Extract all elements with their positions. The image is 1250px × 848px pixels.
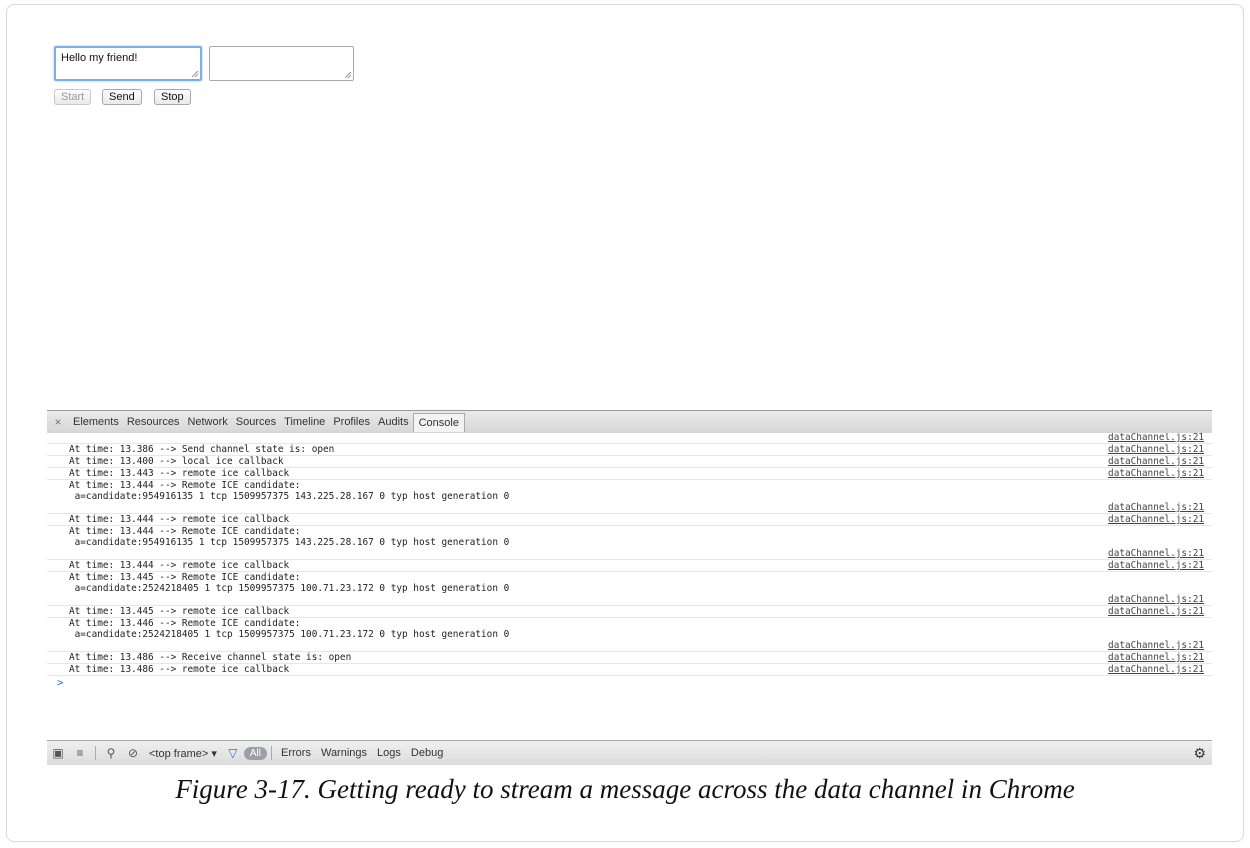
devtools-status-bar: ▣ ≡ ⚲ ⊘ <top frame> ▾ ▽ All Errors Warni… xyxy=(47,740,1212,765)
devtools-tab-bar: × Elements Resources Network Sources Tim… xyxy=(47,410,1212,434)
frame-selector[interactable]: <top frame> ▾ xyxy=(144,747,222,760)
tab-resources[interactable]: Resources xyxy=(123,413,184,431)
figure-caption: Figure 3-17. Getting ready to stream a m… xyxy=(175,774,1075,804)
console-prompt[interactable]: > xyxy=(47,676,1212,690)
devtools-panel: × Elements Resources Network Sources Tim… xyxy=(47,410,1212,766)
log-entry: At time: 13.444 --> remote ice callback d… xyxy=(47,560,1212,572)
console-drawer-icon[interactable]: ≡ xyxy=(69,746,91,760)
log-message: At time: 13.486 --> remote ice callback xyxy=(69,664,290,675)
log-entry: At time: 13.446 --> Remote ICE candidate… xyxy=(47,618,1212,652)
send-text: Hello my friend! xyxy=(61,52,138,64)
filter-debug[interactable]: Debug xyxy=(406,747,448,759)
filter-logs[interactable]: Logs xyxy=(372,747,406,759)
tab-network[interactable]: Network xyxy=(183,413,231,431)
console-source-row: dataChannel.js:21 xyxy=(47,433,1212,444)
tab-sources[interactable]: Sources xyxy=(232,413,280,431)
log-entry: At time: 13.444 --> remote ice callback d… xyxy=(47,514,1212,526)
send-button[interactable]: Send xyxy=(102,89,142,105)
log-list: At time: 13.386 --> Send channel state i… xyxy=(47,444,1212,676)
log-entry: At time: 13.445 --> remote ice callback d… xyxy=(47,606,1212,618)
log-message: At time: 13.386 --> Send channel state i… xyxy=(69,444,335,455)
log-entry: At time: 13.445 --> Remote ICE candidate… xyxy=(47,572,1212,606)
source-link[interactable]: dataChannel.js:21 xyxy=(1108,640,1204,651)
source-link[interactable]: dataChannel.js:21 xyxy=(1108,456,1204,467)
log-message: At time: 13.445 --> Remote ICE candidate… xyxy=(69,572,510,594)
clear-console-icon[interactable]: ⊘ xyxy=(122,746,144,760)
source-link[interactable]: dataChannel.js:21 xyxy=(1108,444,1204,455)
log-entry: At time: 13.400 --> local ice callback da… xyxy=(47,456,1212,468)
log-entry: At time: 13.444 --> Remote ICE candidate… xyxy=(47,526,1212,560)
source-link[interactable]: dataChannel.js:21 xyxy=(1108,468,1204,479)
divider xyxy=(271,746,273,760)
receive-textarea[interactable] xyxy=(209,46,354,81)
filter-warnings[interactable]: Warnings xyxy=(316,747,372,759)
divider xyxy=(95,746,96,760)
log-entry: At time: 13.444 --> Remote ICE candidate… xyxy=(47,480,1212,514)
source-link[interactable]: dataChannel.js:21 xyxy=(1108,664,1204,675)
source-link[interactable]: dataChannel.js:21 xyxy=(1108,548,1204,559)
filter-errors[interactable]: Errors xyxy=(276,747,316,759)
log-message: At time: 13.444 --> Remote ICE candidate… xyxy=(69,480,510,502)
log-message: At time: 13.444 --> remote ice callback xyxy=(69,560,290,571)
log-entry: At time: 13.443 --> remote ice callback d… xyxy=(47,468,1212,480)
resize-grip-icon[interactable] xyxy=(345,72,351,78)
dock-icon[interactable]: ▣ xyxy=(47,746,69,760)
tab-console[interactable]: Console xyxy=(412,412,465,432)
log-message: At time: 13.486 --> Receive channel stat… xyxy=(69,652,352,663)
stop-button[interactable]: Stop xyxy=(154,89,191,105)
search-icon[interactable]: ⚲ xyxy=(100,746,122,760)
close-icon[interactable]: × xyxy=(47,415,69,429)
log-message: At time: 13.444 --> Remote ICE candidate… xyxy=(69,526,510,548)
filter-all-button[interactable]: All xyxy=(243,746,268,760)
source-link[interactable]: dataChannel.js:21 xyxy=(1108,502,1204,513)
tab-elements[interactable]: Elements xyxy=(69,413,123,431)
log-entry: At time: 13.486 --> remote ice callback d… xyxy=(47,664,1212,676)
resize-grip-icon[interactable] xyxy=(192,71,198,77)
log-entry: At time: 13.486 --> Receive channel stat… xyxy=(47,652,1212,664)
gear-icon[interactable]: ⚙ xyxy=(1193,745,1206,762)
console-output: dataChannel.js:21 At time: 13.386 --> Se… xyxy=(47,433,1212,738)
source-link[interactable]: dataChannel.js:21 xyxy=(1108,594,1204,605)
source-link[interactable]: dataChannel.js:21 xyxy=(1108,652,1204,663)
start-button[interactable]: Start xyxy=(54,89,92,105)
log-message: At time: 13.445 --> remote ice callback xyxy=(69,606,290,617)
log-message: At time: 13.444 --> remote ice callback xyxy=(69,514,290,525)
log-message: At time: 13.446 --> Remote ICE candidate… xyxy=(69,618,510,640)
tab-timeline[interactable]: Timeline xyxy=(280,413,329,431)
send-textarea[interactable]: Hello my friend! xyxy=(54,46,202,81)
log-entry: At time: 13.386 --> Send channel state i… xyxy=(47,444,1212,456)
source-link[interactable]: dataChannel.js:21 xyxy=(1108,514,1204,525)
log-message: At time: 13.400 --> local ice callback xyxy=(69,456,284,467)
tab-profiles[interactable]: Profiles xyxy=(329,413,374,431)
source-link[interactable]: dataChannel.js:21 xyxy=(1108,560,1204,571)
log-message: At time: 13.443 --> remote ice callback xyxy=(69,468,290,479)
source-link[interactable]: dataChannel.js:21 xyxy=(1108,433,1204,443)
source-link[interactable]: dataChannel.js:21 xyxy=(1108,606,1204,617)
tab-audits[interactable]: Audits xyxy=(374,413,413,431)
filter-icon[interactable]: ▽ xyxy=(222,746,244,760)
